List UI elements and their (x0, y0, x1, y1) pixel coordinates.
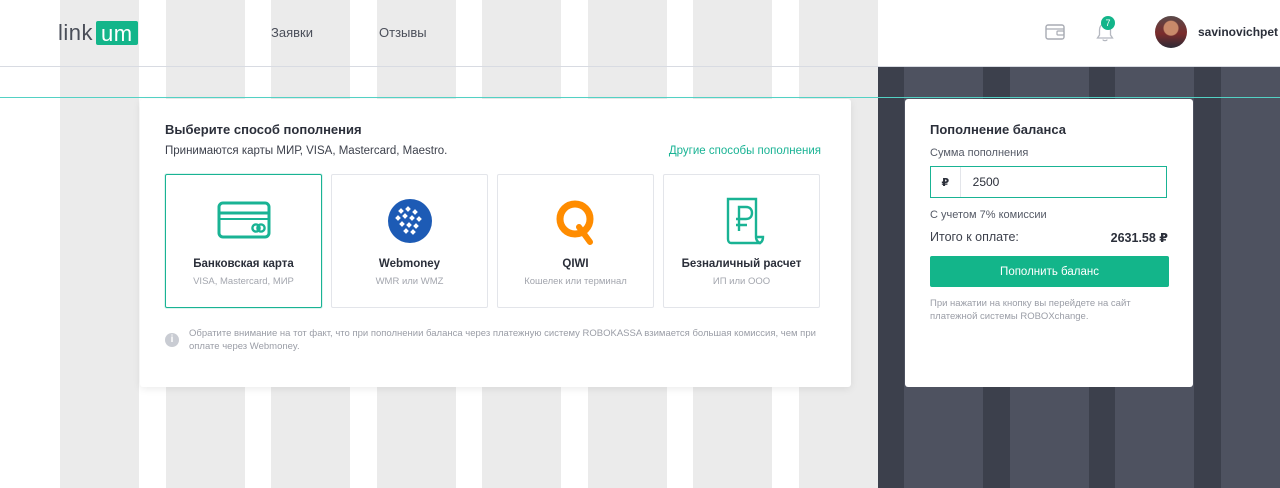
option-qiwi[interactable]: QIWI Кошелек или терминал (497, 174, 654, 308)
topup-button[interactable]: Пополнить баланс (930, 256, 1169, 287)
option-bank-transfer[interactable]: Безналичный расчет ИП или ООО (663, 174, 820, 308)
currency-symbol: ₽ (931, 167, 961, 197)
other-methods-link[interactable]: Другие способы пополнения (669, 145, 821, 157)
option-subtitle: Кошелек или терминал (524, 276, 627, 287)
balance-topup-card: Пополнение баланса Сумма пополнения ₽ С … (905, 99, 1193, 387)
webmoney-icon (387, 199, 432, 243)
method-subtitle: Принимаются карты МИР, VISA, Mastercard,… (165, 145, 448, 157)
payment-method-card: Выберите способ пополнения Принимаются к… (140, 99, 851, 387)
option-subtitle: VISA, Mastercard, МИР (193, 276, 294, 287)
option-subtitle: ИП или ООО (712, 276, 771, 287)
amount-label: Сумма пополнения (930, 147, 1029, 159)
option-title: QIWI (562, 258, 589, 270)
option-title: Webmoney (378, 258, 441, 270)
option-subtitle: WMR или WMZ (375, 276, 444, 287)
option-title: Банковская карта (193, 258, 294, 270)
amount-input[interactable] (960, 167, 1166, 197)
logo[interactable]: link um (58, 20, 138, 46)
nav-item-requests[interactable]: Заявки (271, 25, 313, 40)
amount-field: ₽ (930, 166, 1167, 198)
option-bank-card[interactable]: Банковская карта VISA, Mastercard, МИР (165, 174, 322, 308)
info-icon: i (165, 333, 179, 347)
top-bar: link um Заявки Отзывы 7 savinovichpet (0, 0, 1280, 67)
layout-grid-column (60, 0, 139, 488)
option-webmoney[interactable]: Webmoney WMR или WMZ (331, 174, 488, 308)
layout-guide-line (0, 97, 1280, 98)
payment-options: Банковская карта VISA, Mastercard, МИР W… (165, 174, 820, 308)
notice-text: Обратите внимание на тот факт, что при п… (189, 328, 816, 352)
commission-notice: i Обратите внимание на тот факт, что при… (165, 327, 825, 353)
layout-grid-column (1221, 66, 1280, 488)
logo-badge: um (96, 21, 138, 46)
qiwi-icon (556, 200, 593, 245)
balance-title: Пополнение баланса (930, 122, 1066, 137)
notification-count-badge: 7 (1101, 16, 1115, 30)
total-value: 2631.58 ₽ (1110, 231, 1168, 245)
ruble-invoice-icon (726, 197, 764, 245)
option-title: Безналичный расчет (681, 258, 802, 270)
commission-text: С учетом 7% комиссии (930, 209, 1047, 221)
nav-item-reviews[interactable]: Отзывы (379, 25, 427, 40)
wallet-icon[interactable] (1045, 23, 1065, 40)
total-label: Итого к оплате: (930, 230, 1019, 244)
bank-card-icon (217, 201, 270, 239)
username[interactable]: savinovichpet (1198, 25, 1280, 39)
redirect-disclaimer: При нажатии на кнопку вы перейдете на са… (930, 298, 1131, 322)
method-title: Выберите способ пополнения (165, 122, 362, 137)
logo-text: link (58, 20, 94, 45)
avatar[interactable] (1155, 16, 1187, 48)
